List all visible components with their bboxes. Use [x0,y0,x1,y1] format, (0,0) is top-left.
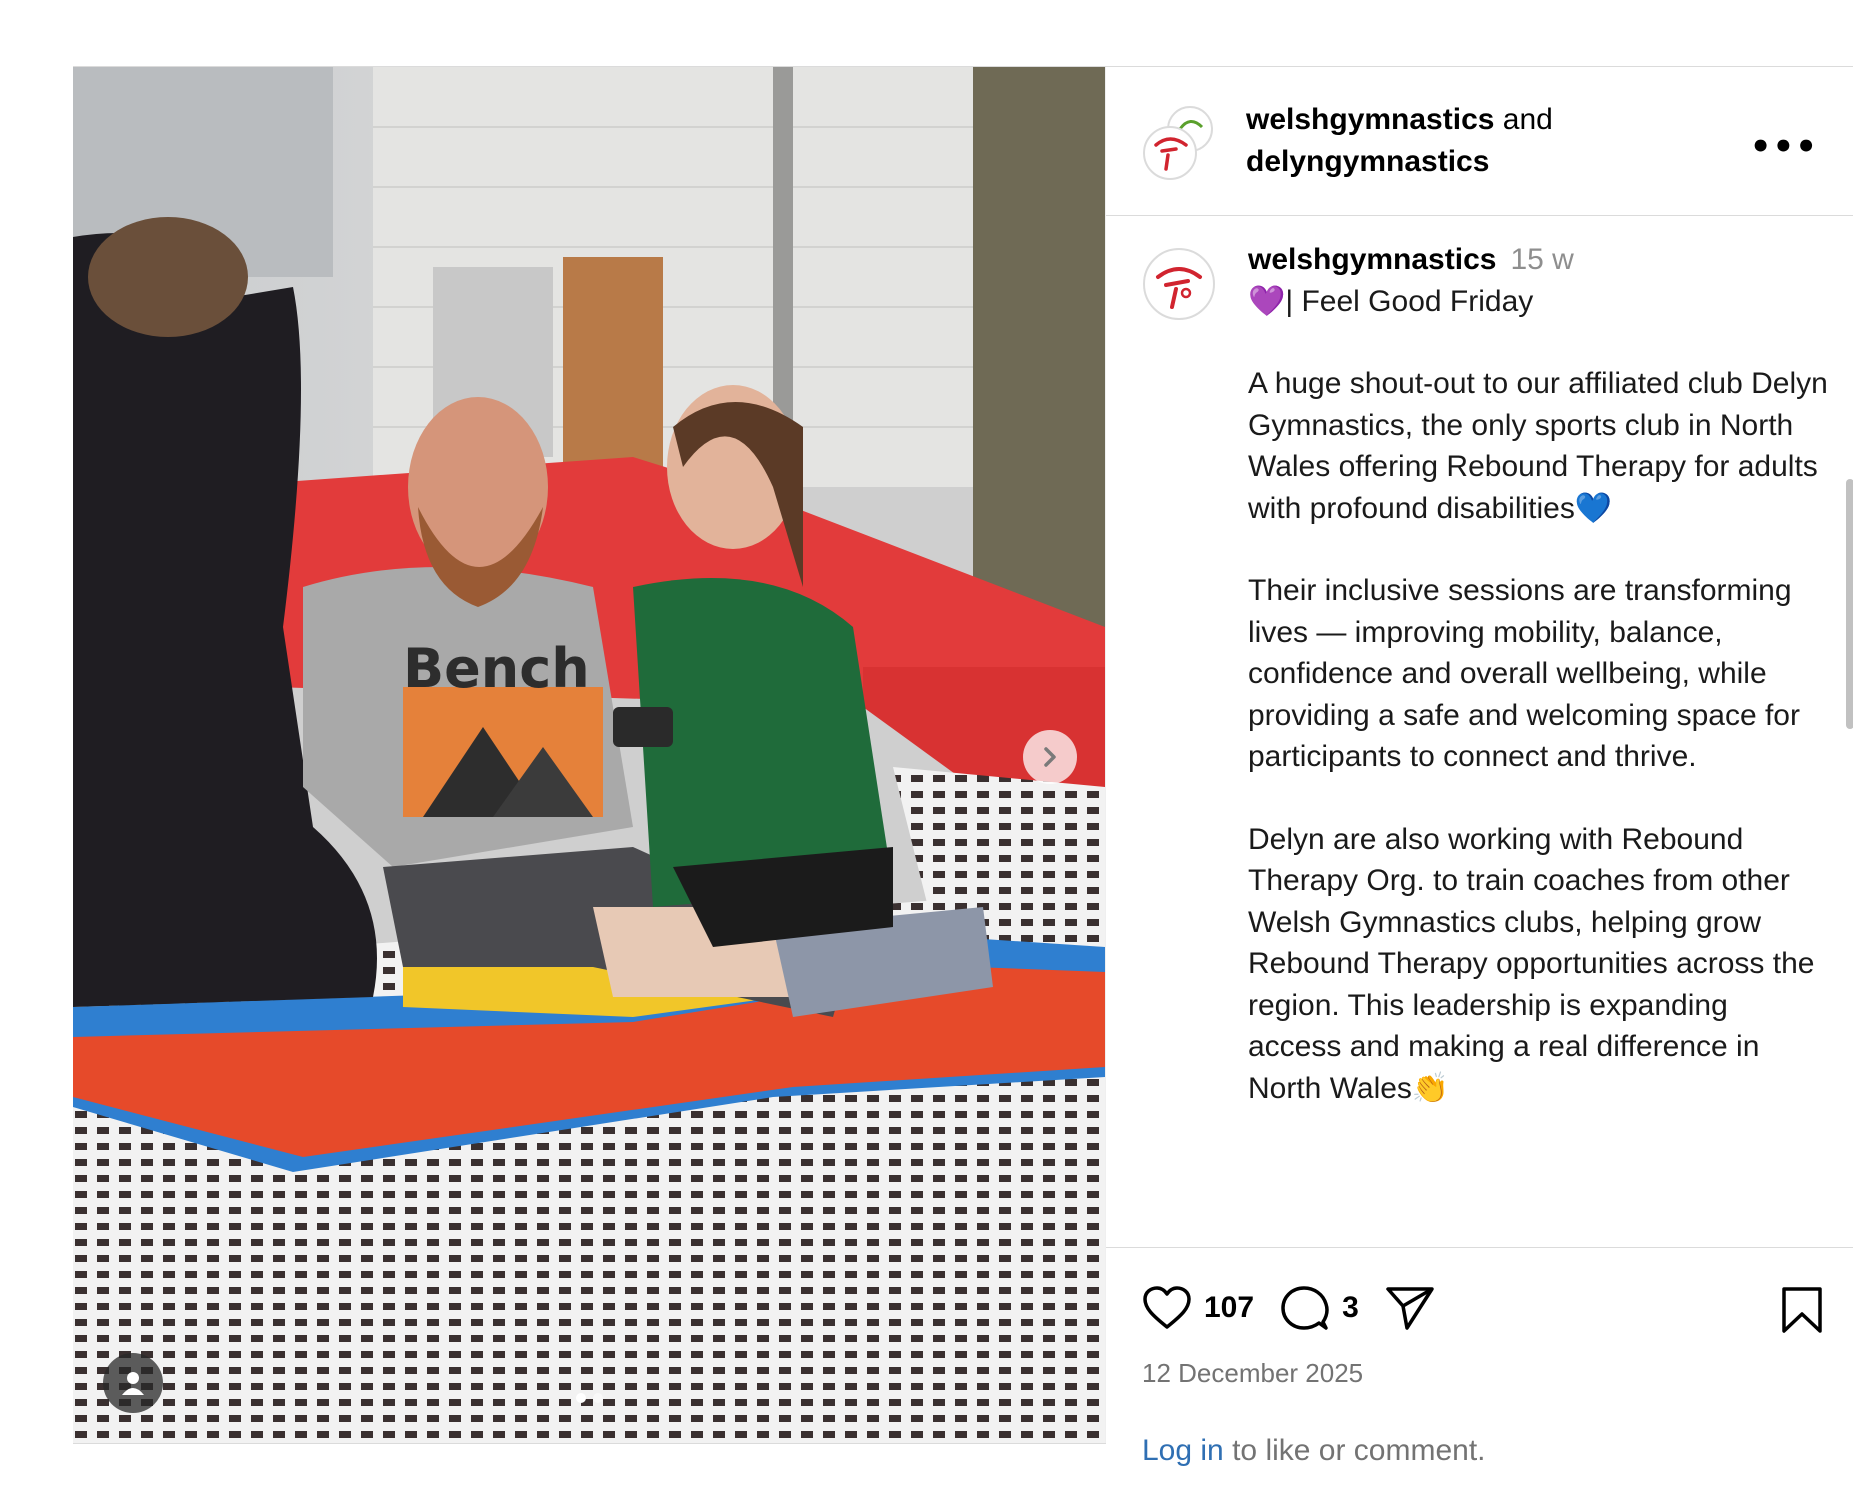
carousel-next-button[interactable] [1023,730,1077,784]
collab-avatar[interactable] [1142,105,1218,181]
action-row: 107 3 [1142,1284,1435,1332]
login-prompt: Log in to like or comment. [1142,1434,1486,1468]
caption-header: welshgymnastics 15 w [1248,239,1828,281]
authors-joiner: and [1502,103,1553,136]
carousel-dot [592,1393,603,1403]
post-side-panel: welshgymnastics and delyngymnastics ••• … [1105,67,1853,1467]
caption-time-ago[interactable]: 15 w [1510,243,1573,276]
caption-username[interactable]: welshgymnastics [1248,243,1496,276]
share-button[interactable] [1385,1284,1435,1332]
save-button[interactable] [1780,1286,1824,1338]
caption-paragraph: A huge shout-out to our affiliated club … [1248,367,1828,525]
post-media[interactable]: Bench [73,67,1105,1443]
caption-paragraph: Their inclusive sessions are transformin… [1248,574,1800,773]
chevron-right-icon [1044,747,1056,767]
author-primary-link[interactable]: welshgymnastics [1246,103,1494,136]
post-header: welshgymnastics and delyngymnastics ••• [1106,67,1853,216]
login-link[interactable]: Log in [1142,1434,1224,1467]
like-button[interactable] [1142,1285,1192,1331]
post-authors: welshgymnastics and delyngymnastics [1246,99,1553,183]
heart-icon [1143,1286,1191,1329]
caption-section[interactable]: welshgymnastics 15 w 💜| Feel Good Friday … [1106,217,1853,1247]
comment-button[interactable] [1280,1284,1330,1332]
carousel-indicator [73,1393,1105,1403]
instagram-post: Bench welshgymnastics and delyngymnastic… [73,66,1853,1467]
caption-body: welshgymnastics 15 w 💜| Feel Good Friday … [1248,239,1828,1109]
tagged-users-button[interactable] [103,1353,163,1413]
svg-text:Bench: Bench [403,637,590,700]
post-photo: Bench [73,67,1105,1443]
post-date[interactable]: 12 December 2025 [1142,1358,1363,1389]
like-count[interactable]: 107 [1204,1291,1254,1325]
caption-scrollbar[interactable] [1846,479,1853,729]
carousel-dot-active [575,1393,586,1403]
author-secondary-link[interactable]: delyngymnastics [1246,145,1489,178]
share-icon [1386,1287,1434,1330]
bookmark-icon [1782,1287,1822,1333]
more-options-button[interactable]: ••• [1750,127,1818,167]
post-actions: 107 3 12 December 2025 Log in to like or… [1106,1247,1853,1467]
login-prompt-text: to like or comment. [1223,1434,1486,1467]
caption-paragraph: Delyn are also working with Rebound Ther… [1248,822,1815,1105]
caption-heading: 💜| Feel Good Friday [1248,284,1534,318]
comment-icon [1281,1286,1329,1330]
comment-count[interactable]: 3 [1342,1291,1359,1325]
caption-avatar[interactable] [1142,247,1216,321]
